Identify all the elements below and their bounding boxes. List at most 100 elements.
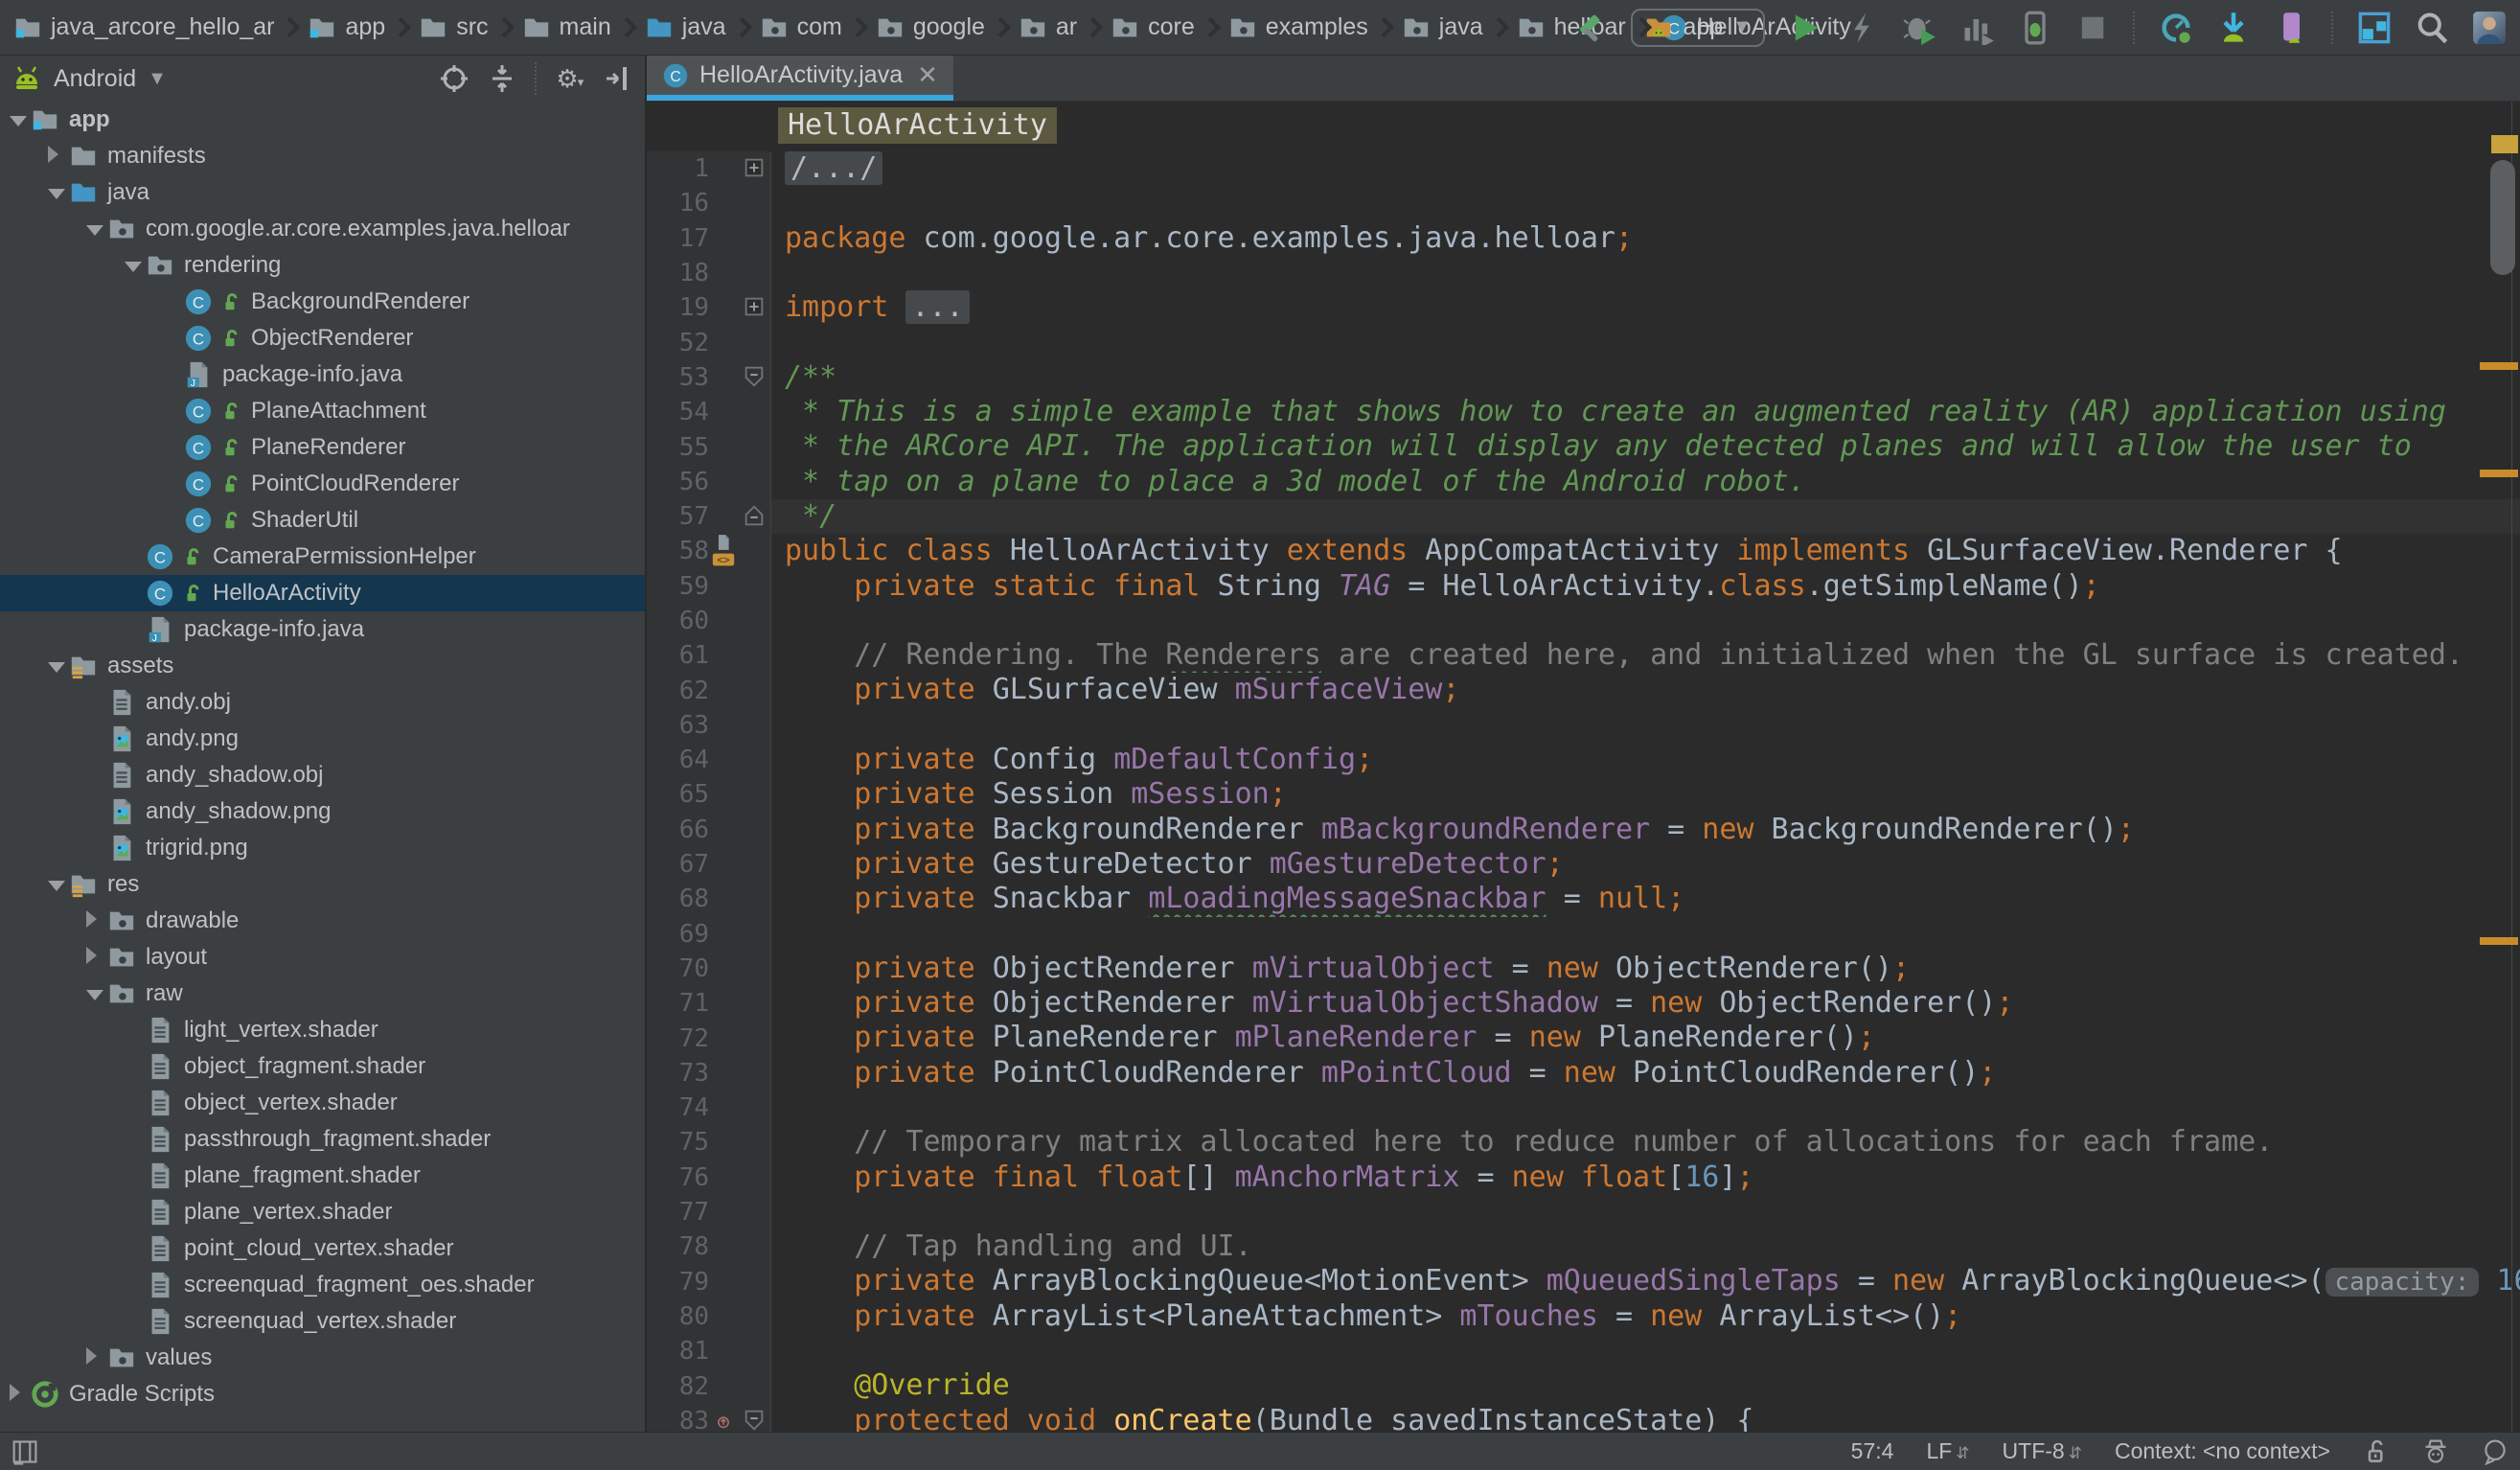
search-everywhere-icon[interactable] <box>2415 11 2449 45</box>
tree-item-com-google-ar-core-examples-java-helloar[interactable]: com.google.ar.core.examples.java.helloar <box>0 211 645 247</box>
code-line-70[interactable]: 70 private ObjectRenderer mVirtualObject… <box>647 952 2520 986</box>
tree-item-app[interactable]: app <box>0 102 645 138</box>
plusbox-icon[interactable] <box>742 294 767 319</box>
code-line-18[interactable]: 18 <box>647 256 2520 290</box>
code-line-52[interactable]: 52 <box>647 325 2520 359</box>
tree-item-passthrough-fragment-shader[interactable]: passthrough_fragment.shader <box>0 1121 645 1158</box>
sdk-manager-icon[interactable] <box>2216 11 2251 45</box>
code-line-83[interactable]: 83 protected void onCreate(Bundle savedI… <box>647 1404 2520 1432</box>
chevron-collapsed-icon[interactable] <box>86 1344 107 1371</box>
tree-item-screenquad-fragment-oes-shader[interactable]: screenquad_fragment_oes.shader <box>0 1267 645 1303</box>
code-line-76[interactable]: 76 private final float[] mAnchorMatrix =… <box>647 1160 2520 1195</box>
breadcrumb-item-google[interactable]: google <box>876 13 985 42</box>
tree-item-plane-vertex-shader[interactable]: plane_vertex.shader <box>0 1194 645 1230</box>
chevron-expanded-icon[interactable] <box>86 216 107 242</box>
code-text[interactable]: private PlaneRenderer mPlaneRenderer = n… <box>771 1021 2520 1055</box>
tree-item-andy-shadow-png[interactable]: andy_shadow.png <box>0 793 645 830</box>
tree-item-camerapermissionhelper[interactable]: CCameraPermissionHelper <box>0 539 645 575</box>
editor-scrollbar[interactable] <box>2490 160 2515 275</box>
chevron-collapsed-icon[interactable] <box>86 944 107 971</box>
apply-changes-icon[interactable] <box>1845 11 1880 45</box>
chevron-down-icon[interactable]: ▼ <box>148 68 167 90</box>
code-text[interactable]: private static final String TAG = HelloA… <box>771 569 2520 604</box>
tree-item-andy-obj[interactable]: andy.obj <box>0 684 645 721</box>
code-line-72[interactable]: 72 private PlaneRenderer mPlaneRenderer … <box>647 1021 2520 1055</box>
project-view-mode[interactable]: Android <box>54 65 136 93</box>
code-text[interactable]: private Session mSession; <box>771 777 2520 812</box>
tree-item-object-fragment-shader[interactable]: object_fragment.shader <box>0 1048 645 1085</box>
tree-item-shaderutil[interactable]: CShaderUtil <box>0 502 645 539</box>
code-line-77[interactable]: 77 <box>647 1195 2520 1229</box>
stop-icon[interactable] <box>2075 11 2110 45</box>
related-xml-gutter-icon[interactable]: <> <box>712 551 735 568</box>
breadcrumb-item-com[interactable]: com <box>760 13 842 42</box>
tree-item-andy-png[interactable]: andy.png <box>0 721 645 757</box>
code-line-54[interactable]: 54 * This is a simple example that shows… <box>647 395 2520 429</box>
breadcrumb-item-examples[interactable]: examples <box>1228 13 1368 42</box>
chevron-expanded-icon[interactable] <box>48 653 69 679</box>
attach-debugger-icon[interactable] <box>2018 11 2052 45</box>
code-text[interactable]: * This is a simple example that shows ho… <box>771 395 2520 429</box>
code-editor[interactable]: HelloArActivity 1/.../1617package com.go… <box>647 102 2520 1432</box>
code-line-1[interactable]: 1/.../ <box>647 151 2520 186</box>
breadcrumb-item-java_arcore_hello_ar[interactable]: java_arcore_hello_ar <box>13 13 274 42</box>
code-line-58[interactable]: <>58public class HelloArActivity extends… <box>647 534 2520 568</box>
code-text[interactable]: private Config mDefaultConfig; <box>771 743 2520 777</box>
tree-item-light-vertex-shader[interactable]: light_vertex.shader <box>0 1012 645 1048</box>
code-line-63[interactable]: 63 <box>647 708 2520 743</box>
gear-icon[interactable]: ⚙▾ <box>555 63 585 94</box>
tree-item-objectrenderer[interactable]: CObjectRenderer <box>0 320 645 356</box>
chevron-expanded-icon[interactable] <box>48 871 69 898</box>
tree-item-package-info-java[interactable]: Jpackage-info.java <box>0 611 645 648</box>
code-line-74[interactable]: 74 <box>647 1091 2520 1125</box>
code-line-16[interactable]: 16 <box>647 186 2520 220</box>
code-text[interactable]: private ObjectRenderer mVirtualObjectSha… <box>771 986 2520 1021</box>
code-line-19[interactable]: 19import ... <box>647 290 2520 325</box>
code-line-75[interactable]: 75 // Temporary matrix allocated here to… <box>647 1125 2520 1160</box>
code-text[interactable]: */ <box>771 499 2520 534</box>
code-line-17[interactable]: 17package com.google.ar.core.examples.ja… <box>647 221 2520 256</box>
tool-window-toggle-icon[interactable] <box>11 1438 38 1465</box>
highlighting-level-icon[interactable] <box>2422 1438 2449 1465</box>
line-ending-selector[interactable]: LF⇵ <box>1926 1438 1969 1464</box>
code-text[interactable]: private PointCloudRenderer mPointCloud =… <box>771 1056 2520 1091</box>
code-text[interactable]: // Tap handling and UI. <box>771 1229 2520 1264</box>
code-line-61[interactable]: 61 // Rendering. The Renderers are creat… <box>647 638 2520 673</box>
fold-close-icon[interactable] <box>742 503 767 528</box>
code-text[interactable]: /.../ <box>771 151 2520 186</box>
inspection-status-square[interactable] <box>2491 135 2518 153</box>
breadcrumb-item-main[interactable]: main <box>522 13 611 42</box>
code-text[interactable]: private Snackbar mLoadingMessageSnackbar… <box>771 882 2520 916</box>
chevron-expanded-icon[interactable] <box>10 106 31 133</box>
collapse-all-icon[interactable] <box>487 63 517 94</box>
tree-item-values[interactable]: values <box>0 1340 645 1376</box>
code-text[interactable]: private BackgroundRenderer mBackgroundRe… <box>771 813 2520 847</box>
chevron-collapsed-icon[interactable] <box>86 907 107 934</box>
tree-item-java[interactable]: java <box>0 174 645 211</box>
code-line-73[interactable]: 73 private PointCloudRenderer mPointClou… <box>647 1056 2520 1091</box>
tree-item-pointcloudrenderer[interactable]: CPointCloudRenderer <box>0 466 645 502</box>
code-text[interactable]: @Override <box>771 1368 2520 1403</box>
debug-icon[interactable] <box>1903 11 1937 45</box>
close-icon[interactable]: ✕ <box>917 60 938 90</box>
tree-item-layout[interactable]: layout <box>0 939 645 976</box>
code-line-57[interactable]: 57 */ <box>647 499 2520 534</box>
code-line-80[interactable]: 80 private ArrayList<PlaneAttachment> mT… <box>647 1299 2520 1334</box>
fold-open-icon[interactable] <box>742 364 767 389</box>
breadcrumb-item-java[interactable]: java <box>1402 13 1483 42</box>
tree-item-andy-shadow-obj[interactable]: andy_shadow.obj <box>0 757 645 793</box>
tree-item-object-vertex-shader[interactable]: object_vertex.shader <box>0 1085 645 1121</box>
tab-helloaractivity[interactable]: C HelloArActivity.java ✕ <box>647 56 953 101</box>
warning-stripe-mark[interactable] <box>2480 470 2518 477</box>
chevron-collapsed-icon[interactable] <box>48 143 69 170</box>
tree-item-package-info-java[interactable]: Jpackage-info.java <box>0 356 645 393</box>
readonly-lock-icon[interactable] <box>2363 1438 2390 1465</box>
code-line-81[interactable]: 81 <box>647 1334 2520 1368</box>
code-text[interactable]: private final float[] mAnchorMatrix = ne… <box>771 1160 2520 1195</box>
run-button-icon[interactable] <box>1788 11 1822 45</box>
code-line-53[interactable]: 53/** <box>647 360 2520 395</box>
breadcrumb-item-app[interactable]: app <box>308 13 385 42</box>
tree-item-point-cloud-vertex-shader[interactable]: point_cloud_vertex.shader <box>0 1230 645 1267</box>
encoding-selector[interactable]: UTF-8⇵ <box>2003 1438 2082 1464</box>
caret-position[interactable]: 57:4 <box>1851 1438 1894 1464</box>
